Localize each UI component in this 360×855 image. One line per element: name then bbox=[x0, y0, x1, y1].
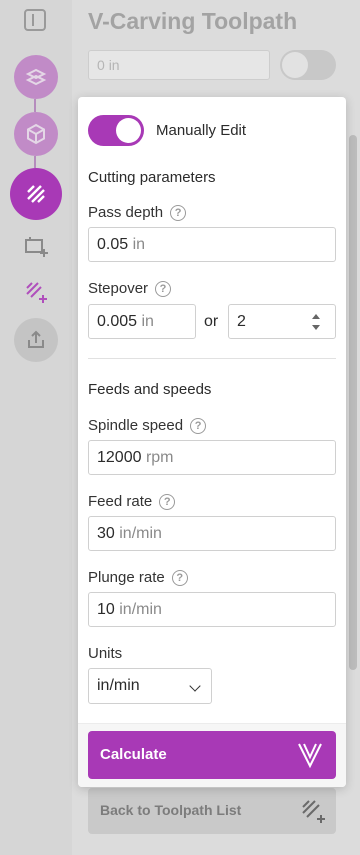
plunge-rate-value: 10 bbox=[97, 601, 115, 618]
feed-rate-input[interactable]: 30 in/min bbox=[88, 516, 336, 551]
help-icon[interactable]: ? bbox=[190, 417, 207, 434]
stepover-or-label: or bbox=[204, 313, 219, 330]
scrollbar[interactable] bbox=[349, 135, 357, 670]
spindle-speed-input[interactable]: 12000 rpm bbox=[88, 440, 336, 475]
export-button[interactable] bbox=[14, 318, 58, 362]
background-depth-field[interactable]: 0 in bbox=[88, 50, 270, 80]
feed-rate-value: 30 bbox=[97, 525, 115, 542]
spindle-speed-label-text: Spindle speed bbox=[88, 417, 184, 434]
add-toolpath-icon bbox=[302, 800, 325, 823]
pass-depth-input[interactable]: 0.05 in bbox=[88, 227, 336, 262]
plunge-rate-input[interactable]: 10 in/min bbox=[88, 592, 336, 627]
units-select[interactable]: in/min bbox=[88, 668, 212, 704]
stepover-input[interactable]: 0.005 in bbox=[88, 304, 196, 339]
calculate-label: Calculate bbox=[100, 746, 167, 763]
feeds-and-speeds-heading: Feeds and speeds bbox=[88, 381, 212, 398]
vcarve-logo-icon bbox=[298, 743, 322, 769]
pass-depth-label-text: Pass depth bbox=[88, 204, 164, 221]
feed-rate-label-text: Feed rate bbox=[88, 493, 153, 510]
units-selected-value: in/min bbox=[97, 677, 140, 694]
manually-edit-toggle[interactable] bbox=[88, 115, 144, 146]
feed-rate-label: Feed rate ? bbox=[88, 493, 176, 510]
sidebar-toggle-icon[interactable] bbox=[24, 9, 46, 31]
toolpath-step-button[interactable] bbox=[10, 168, 62, 220]
plunge-rate-unit: in/min bbox=[119, 601, 162, 618]
add-toolpath-button[interactable] bbox=[22, 278, 50, 306]
plunge-rate-label-text: Plunge rate bbox=[88, 569, 165, 586]
stepover-count-stepper[interactable]: 2 bbox=[228, 304, 336, 339]
help-icon[interactable]: ? bbox=[159, 493, 176, 510]
stepover-unit: in bbox=[141, 313, 154, 330]
toolpath-step-icon bbox=[27, 185, 45, 203]
shape-step-icon bbox=[25, 68, 47, 86]
stepper-arrows-icon[interactable] bbox=[311, 312, 321, 332]
stepover-label-text: Stepover bbox=[88, 280, 149, 297]
spindle-speed-label: Spindle speed ? bbox=[88, 417, 207, 434]
help-icon[interactable]: ? bbox=[171, 569, 188, 586]
feed-rate-unit: in/min bbox=[119, 525, 162, 542]
cutting-parameters-heading: Cutting parameters bbox=[88, 169, 216, 186]
shape-step-button[interactable] bbox=[14, 55, 58, 99]
chevron-down-icon bbox=[189, 680, 201, 692]
add-toolpath-icon bbox=[26, 282, 47, 303]
calculate-button[interactable]: Calculate bbox=[88, 731, 336, 779]
pass-depth-label: Pass depth ? bbox=[88, 204, 187, 221]
export-icon bbox=[28, 330, 44, 348]
manual-edit-panel: Manually Edit Cutting parameters Pass de… bbox=[78, 97, 346, 787]
manually-edit-label: Manually Edit bbox=[156, 122, 247, 139]
background-field-value: 0 bbox=[97, 57, 105, 73]
material-box-icon bbox=[27, 123, 45, 145]
help-icon[interactable]: ? bbox=[170, 204, 187, 221]
page-title: V-Carving Toolpath bbox=[88, 8, 298, 34]
step-connector bbox=[34, 156, 36, 168]
add-tool-icon bbox=[25, 237, 48, 257]
stepover-count-value: 2 bbox=[237, 313, 246, 330]
toggle-knob bbox=[116, 118, 141, 143]
background-toggle[interactable] bbox=[280, 50, 336, 80]
units-label: Units bbox=[88, 645, 123, 662]
material-step-button[interactable] bbox=[14, 112, 58, 156]
plunge-rate-label: Plunge rate ? bbox=[88, 569, 188, 586]
help-icon[interactable]: ? bbox=[155, 280, 172, 297]
section-divider bbox=[88, 358, 336, 359]
pass-depth-unit: in bbox=[132, 236, 146, 253]
spindle-speed-unit: rpm bbox=[145, 449, 174, 466]
background-field-unit: in bbox=[108, 57, 120, 73]
spindle-speed-value: 12000 bbox=[97, 449, 142, 466]
add-tool-button[interactable] bbox=[22, 232, 50, 260]
stepover-label: Stepover ? bbox=[88, 280, 172, 297]
step-connector bbox=[34, 99, 36, 112]
stepover-value: 0.005 bbox=[97, 313, 138, 330]
pass-depth-value: 0.05 bbox=[97, 236, 129, 253]
